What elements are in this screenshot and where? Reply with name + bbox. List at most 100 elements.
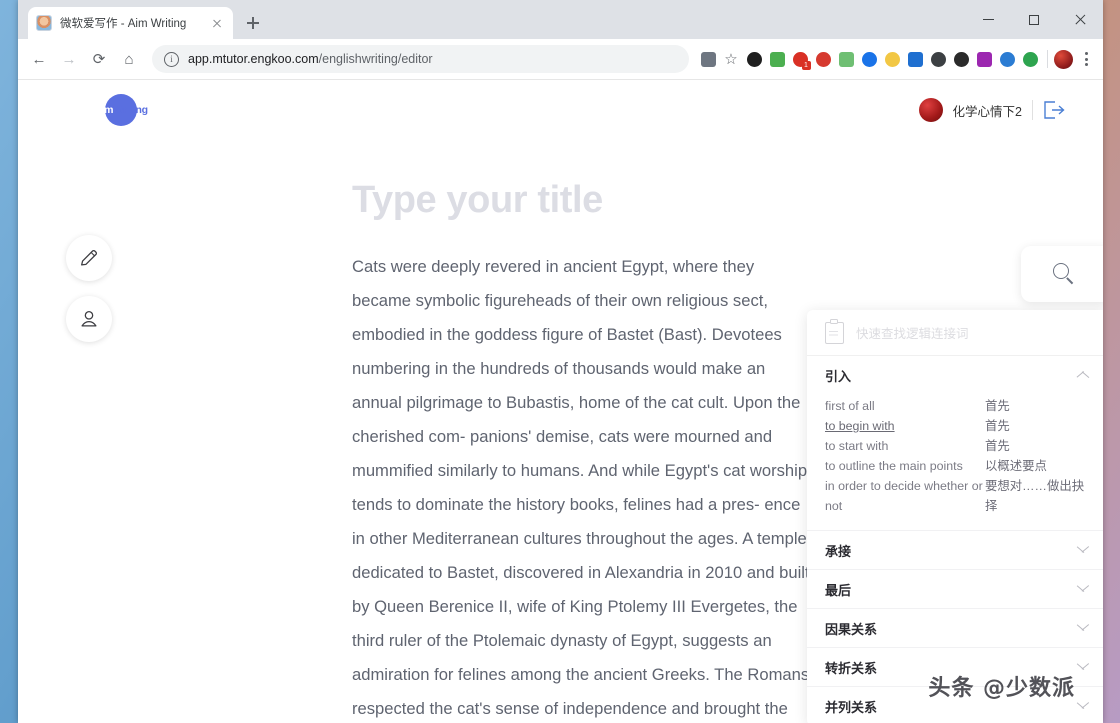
extensions-row: ☆ 1 <box>697 48 1075 70</box>
maximize-button[interactable] <box>1011 4 1057 36</box>
connectives-search-row[interactable]: 快速查找逻辑连接词 <box>807 310 1103 356</box>
connectives-panel: 快速查找逻辑连接词 引入 first of all 首先 to begin with 首… <box>807 310 1103 723</box>
avatar[interactable] <box>918 98 943 122</box>
connective-item[interactable]: to outline the main points 以概述要点 <box>825 456 1089 476</box>
divider <box>1032 100 1033 120</box>
connectives-group: 因果关系 <box>807 609 1103 648</box>
person-icon <box>81 311 97 327</box>
connective-english: to begin with <box>825 419 895 433</box>
grammarly-extension[interactable] <box>838 51 854 67</box>
tab-close-icon[interactable] <box>209 15 225 31</box>
tab-title: 微软爱写作 - Aim Writing <box>60 18 187 30</box>
chevron-up-icon[interactable] <box>1076 369 1089 382</box>
connectives-group: 最后 <box>807 570 1103 609</box>
chevron-down-icon[interactable] <box>1076 583 1089 596</box>
chevron-down-icon[interactable] <box>1076 700 1089 713</box>
logo-writing: Writing <box>113 104 148 116</box>
url-path: /englishwriting/editor <box>318 52 433 66</box>
connective-chinese: 首先 <box>985 399 1010 413</box>
logout-icon[interactable] <box>1043 101 1065 119</box>
connective-chinese: 首先 <box>985 439 1010 453</box>
document-body[interactable]: Cats were deeply revered in ancient Egyp… <box>352 250 812 723</box>
forward-button[interactable]: → <box>54 44 84 74</box>
profile-avatar[interactable] <box>1054 49 1073 69</box>
connective-chinese: 以概述要点 <box>985 459 1047 473</box>
profile-tool-button[interactable] <box>66 296 112 342</box>
connectives-group-header[interactable]: 因果关系 <box>807 609 1103 647</box>
connectives-groups: 引入 first of all 首先 to begin with 首先 to start … <box>807 356 1103 723</box>
translate-extension[interactable] <box>700 51 716 67</box>
app-header: AimWriting 化学心情下2 <box>18 80 1103 140</box>
trello-extension[interactable] <box>907 51 923 67</box>
site-info-icon[interactable]: i <box>164 51 179 67</box>
document-title-input[interactable]: Type your title <box>352 179 812 222</box>
qrcode-extension[interactable] <box>953 51 969 67</box>
search-panel-toggle[interactable] <box>1021 246 1103 302</box>
connectives-group-title: 并列关系 <box>825 699 878 715</box>
office-extension[interactable] <box>999 51 1015 67</box>
editor-area: Type your title Cats were deeply revered… <box>352 179 812 723</box>
abp-purple-extension[interactable] <box>976 51 992 67</box>
logout-glyph <box>1044 101 1065 119</box>
extension-badge: 1 <box>801 60 811 70</box>
connectives-group-title: 转折关系 <box>825 660 878 676</box>
connective-english: to start with <box>825 439 889 453</box>
mail-extension[interactable]: 1 <box>792 51 811 70</box>
reload-button[interactable]: ⟳ <box>84 44 114 74</box>
bookmark-star-icon[interactable]: ☆ <box>720 48 742 70</box>
minimize-button[interactable] <box>965 4 1011 36</box>
url-text: app.mtutor.engkoo.com/englishwriting/edi… <box>188 52 433 66</box>
url-host: app.mtutor.engkoo.com <box>188 52 319 66</box>
kami-extension[interactable] <box>930 51 946 67</box>
home-button[interactable]: ⌂ <box>114 44 144 74</box>
notion-extension[interactable] <box>746 51 762 67</box>
back-button[interactable]: ← <box>24 44 54 74</box>
connective-item[interactable]: first of all 首先 <box>825 396 1089 416</box>
connective-chinese: 要想对……做出抉择 <box>985 479 1085 513</box>
address-bar[interactable]: i app.mtutor.engkoo.com/englishwriting/e… <box>152 45 689 73</box>
chevron-down-icon[interactable] <box>1076 622 1089 635</box>
user-name: 化学心情下2 <box>952 104 1022 119</box>
diamond-extension[interactable] <box>861 51 877 67</box>
browser-window: 微软爱写作 - Aim Writing ← → ⟳ ⌂ i app.mtutor… <box>18 0 1103 723</box>
app-logo[interactable]: AimWriting <box>80 94 162 126</box>
chrome-menu-button[interactable] <box>1075 48 1097 70</box>
window-controls <box>965 0 1103 39</box>
connectives-search-input[interactable]: 快速查找逻辑连接词 <box>856 323 969 342</box>
favicon-icon <box>36 15 52 31</box>
adblock-plus-extension[interactable] <box>815 51 831 67</box>
connectives-group-body: first of all 首先 to begin with 首先 to start wi… <box>807 394 1103 530</box>
connective-item[interactable]: in order to decide whether or not 要想对……做出… <box>825 476 1089 516</box>
evernote-extension[interactable] <box>769 51 785 67</box>
edit-tool-button[interactable] <box>66 235 112 281</box>
connectives-group-header[interactable]: 引入 <box>807 356 1103 394</box>
connectives-group-title: 承接 <box>825 543 852 559</box>
logo-text: AimWriting <box>94 104 148 116</box>
logo-aim: Aim <box>94 104 114 116</box>
connectives-group-header[interactable]: 最后 <box>807 570 1103 608</box>
pencil-icon <box>81 249 98 266</box>
wechat-extension[interactable] <box>1022 51 1038 67</box>
close-window-button[interactable] <box>1057 4 1103 36</box>
connective-english: first of all <box>825 399 875 413</box>
connectives-group-title: 因果关系 <box>825 621 878 637</box>
browser-title-bar: 微软爱写作 - Aim Writing <box>18 0 1103 39</box>
connectives-group-header[interactable]: 承接 <box>807 531 1103 569</box>
user-area: 化学心情下2 <box>918 98 1065 122</box>
clipboard-icon <box>825 319 844 344</box>
chevron-down-icon[interactable] <box>1076 661 1089 674</box>
connective-item[interactable]: to start with 首先 <box>825 436 1089 456</box>
connective-item[interactable]: to begin with 首先 <box>825 416 1089 436</box>
connective-english: to outline the main points <box>825 459 963 473</box>
browser-toolbar: ← → ⟳ ⌂ i app.mtutor.engkoo.com/englishw… <box>18 39 1103 80</box>
chevron-down-icon[interactable] <box>1076 544 1089 557</box>
browser-tab[interactable]: 微软爱写作 - Aim Writing <box>28 7 233 39</box>
new-tab-button[interactable] <box>239 9 267 37</box>
left-tool-rail <box>66 235 112 342</box>
search-icon <box>1053 263 1075 285</box>
keyboard-extension[interactable] <box>884 51 900 67</box>
connectives-group-title: 最后 <box>825 582 852 598</box>
connective-english: in order to decide whether or not <box>825 479 983 513</box>
watermark: 头条 @少数派 <box>928 676 1075 701</box>
connectives-group: 承接 <box>807 531 1103 570</box>
